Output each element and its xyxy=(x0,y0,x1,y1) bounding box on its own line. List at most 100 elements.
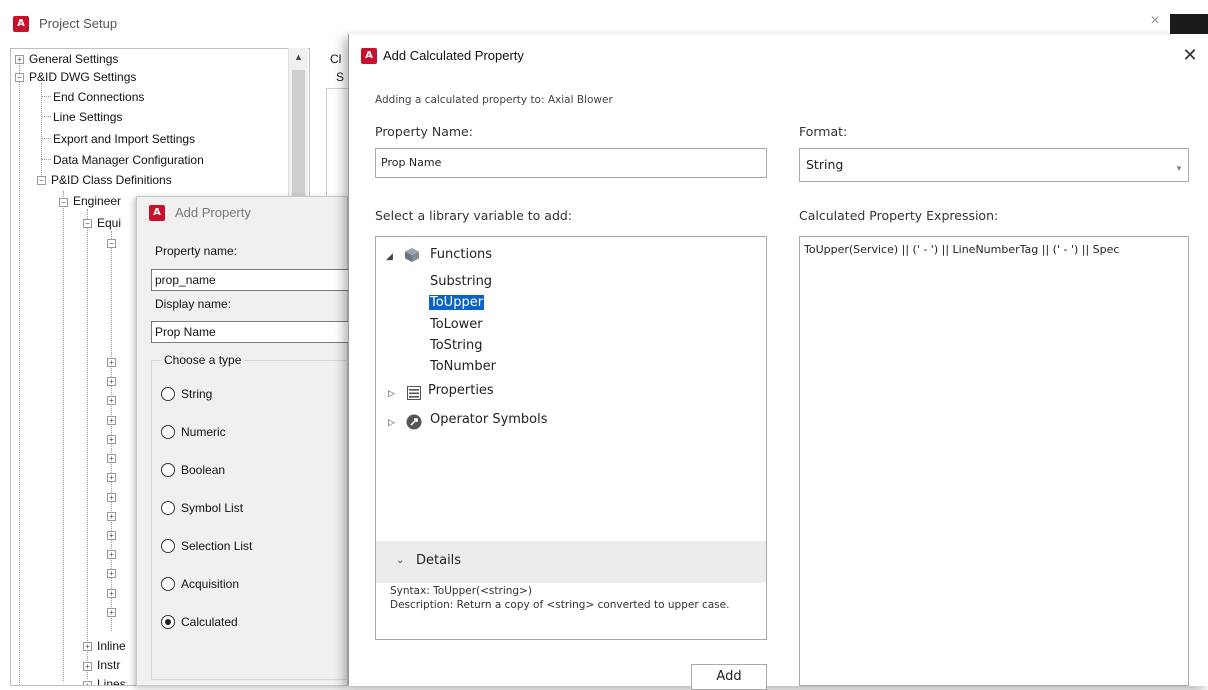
dialog-subtitle: Adding a calculated property to: Axial B… xyxy=(375,94,613,106)
chevron-down-icon[interactable]: ⌄ xyxy=(396,555,404,566)
tree-item-general-settings[interactable]: General Settings xyxy=(29,50,118,68)
library-label: Select a library variable to add: xyxy=(375,208,573,223)
expand-icon[interactable]: + xyxy=(107,377,116,386)
panel-sublabel: S xyxy=(336,70,345,84)
tree-connector xyxy=(19,65,20,685)
tree-item-lines[interactable]: Lines xyxy=(97,675,126,685)
property-name-label: Property name: xyxy=(155,244,238,258)
autocad-logo-icon: A xyxy=(361,48,377,64)
project-setup-title: Project Setup xyxy=(39,16,118,31)
display-name-field[interactable]: Prop Name xyxy=(151,321,351,343)
collapse-icon[interactable]: − xyxy=(15,73,24,82)
expand-icon[interactable]: + xyxy=(107,358,116,367)
radio-selection-list[interactable] xyxy=(161,539,175,553)
radio-label-symbol-list[interactable]: Symbol List xyxy=(181,501,243,515)
tree-item-instrumentation[interactable]: Instr xyxy=(97,656,120,674)
collapse-icon[interactable]: − xyxy=(83,219,92,228)
tree-item-class-definitions[interactable]: P&ID Class Definitions xyxy=(51,171,172,189)
tree-item-line-settings[interactable]: Line Settings xyxy=(53,108,122,126)
expand-icon[interactable]: + xyxy=(107,396,116,405)
radio-symbol-list[interactable] xyxy=(161,501,175,515)
type-group-frame xyxy=(151,360,351,680)
collapse-icon[interactable]: − xyxy=(37,176,46,185)
tree-node-operator-symbols[interactable]: Operator Symbols xyxy=(430,412,548,427)
library-tree[interactable]: ◢ Functions Substring ToUpper ToLower To… xyxy=(375,236,767,640)
property-name-input[interactable]: Prop Name xyxy=(375,148,767,178)
radio-numeric[interactable] xyxy=(161,425,175,439)
expand-icon[interactable]: + xyxy=(107,512,116,521)
details-syntax: Syntax: ToUpper(<string>) xyxy=(390,585,532,597)
expand-icon[interactable]: + xyxy=(83,681,92,685)
tree-connector xyxy=(41,159,51,160)
radio-calculated[interactable] xyxy=(161,615,175,629)
radio-label-selection-list[interactable]: Selection List xyxy=(181,539,252,553)
radio-label-calculated[interactable]: Calculated xyxy=(181,615,238,629)
properties-icon xyxy=(407,386,421,400)
project-setup-close-icon[interactable]: × xyxy=(1146,12,1164,30)
expression-text: ToUpper(Service) || (' - ') || LineNumbe… xyxy=(804,243,1120,256)
cube-icon xyxy=(405,248,419,262)
tree-item-export-import[interactable]: Export and Import Settings xyxy=(53,130,195,148)
radio-label-boolean[interactable]: Boolean xyxy=(181,463,225,477)
expand-icon[interactable]: + xyxy=(107,550,116,559)
add-property-title: Add Property xyxy=(175,205,251,220)
expand-icon[interactable]: + xyxy=(83,662,92,671)
collapsed-triangle-icon[interactable]: ▷ xyxy=(388,417,395,428)
add-property-dialog: A Add Property Property name: prop_name … xyxy=(136,196,351,686)
tree-connector xyxy=(63,191,64,681)
expand-icon[interactable]: + xyxy=(107,589,116,598)
operator-icon xyxy=(406,414,422,430)
tree-connector xyxy=(41,138,51,139)
tree-connector xyxy=(41,96,51,97)
tree-item-end-connections[interactable]: End Connections xyxy=(53,88,144,106)
radio-acquisition[interactable] xyxy=(161,577,175,591)
tree-node-functions[interactable]: Functions xyxy=(430,247,492,262)
expand-icon[interactable]: + xyxy=(107,454,116,463)
radio-boolean[interactable] xyxy=(161,463,175,477)
radio-label-string[interactable]: String xyxy=(181,387,212,401)
close-icon[interactable]: ✕ xyxy=(1179,44,1201,66)
format-select[interactable]: String xyxy=(799,148,1189,182)
radio-label-acquisition[interactable]: Acquisition xyxy=(181,577,239,591)
expand-icon[interactable]: + xyxy=(107,473,116,482)
function-item[interactable]: ToLower xyxy=(429,317,484,332)
tree-connector xyxy=(41,116,51,117)
tree-item-engineering[interactable]: Engineer xyxy=(73,192,121,210)
expression-input[interactable]: ToUpper(Service) || (' - ') || LineNumbe… xyxy=(799,236,1189,686)
expanded-triangle-icon[interactable]: ◢ xyxy=(386,251,393,262)
tree-connector xyxy=(87,209,88,679)
expand-icon[interactable]: + xyxy=(107,531,116,540)
scroll-up-icon[interactable]: ▲ xyxy=(294,52,303,62)
tree-item-inline[interactable]: Inline xyxy=(97,637,126,655)
tree-item-data-manager[interactable]: Data Manager Configuration xyxy=(53,151,204,169)
expand-icon[interactable]: + xyxy=(83,642,92,651)
function-item-selected[interactable]: ToUpper xyxy=(429,295,485,310)
format-label: Format: xyxy=(799,124,848,139)
collapse-icon[interactable]: − xyxy=(107,239,116,248)
expand-icon[interactable]: + xyxy=(107,416,116,425)
radio-string[interactable] xyxy=(161,387,175,401)
display-name-label: Display name: xyxy=(155,297,232,311)
property-name-field[interactable]: prop_name xyxy=(151,269,351,291)
expand-icon[interactable]: + xyxy=(107,608,116,617)
collapsed-triangle-icon[interactable]: ▷ xyxy=(388,388,395,399)
autocad-logo-icon: A xyxy=(149,205,165,221)
tree-item-equipment[interactable]: Equi xyxy=(97,214,121,232)
tree-item-pid-dwg-settings[interactable]: P&ID DWG Settings xyxy=(29,68,136,86)
property-name-label: Property Name: xyxy=(375,124,473,139)
expand-icon[interactable]: + xyxy=(107,435,116,444)
expand-icon[interactable]: + xyxy=(107,569,116,578)
function-item[interactable]: ToNumber xyxy=(429,359,497,374)
tree-connector xyxy=(41,83,42,183)
expand-icon[interactable]: + xyxy=(15,55,24,64)
radio-label-numeric[interactable]: Numeric xyxy=(181,425,226,439)
tree-node-properties[interactable]: Properties xyxy=(428,383,494,398)
add-calculated-property-dialog: A Add Calculated Property ✕ Adding a cal… xyxy=(348,34,1208,690)
function-item[interactable]: ToString xyxy=(429,338,483,353)
collapse-icon[interactable]: − xyxy=(59,198,68,207)
add-button[interactable]: Add xyxy=(691,664,767,690)
expand-icon[interactable]: + xyxy=(107,493,116,502)
function-item[interactable]: Substring xyxy=(429,274,493,289)
details-header[interactable]: ⌄ Details xyxy=(376,541,766,583)
chevron-down-icon[interactable]: ▼ xyxy=(1175,164,1183,173)
